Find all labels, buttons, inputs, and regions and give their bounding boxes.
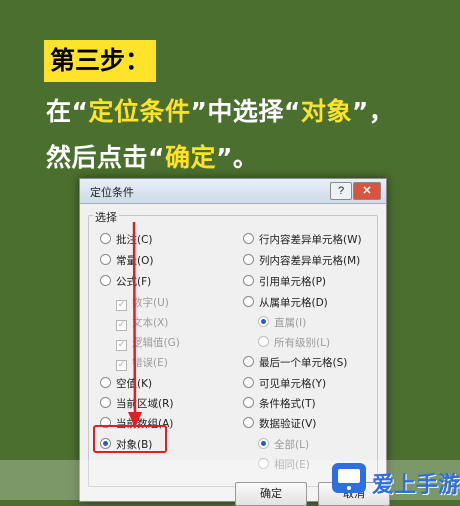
watermark-text: 爱上手游网 [372, 473, 460, 498]
ok-button[interactable]: 确定 [235, 482, 307, 506]
annotation-arrow-icon [128, 221, 142, 428]
